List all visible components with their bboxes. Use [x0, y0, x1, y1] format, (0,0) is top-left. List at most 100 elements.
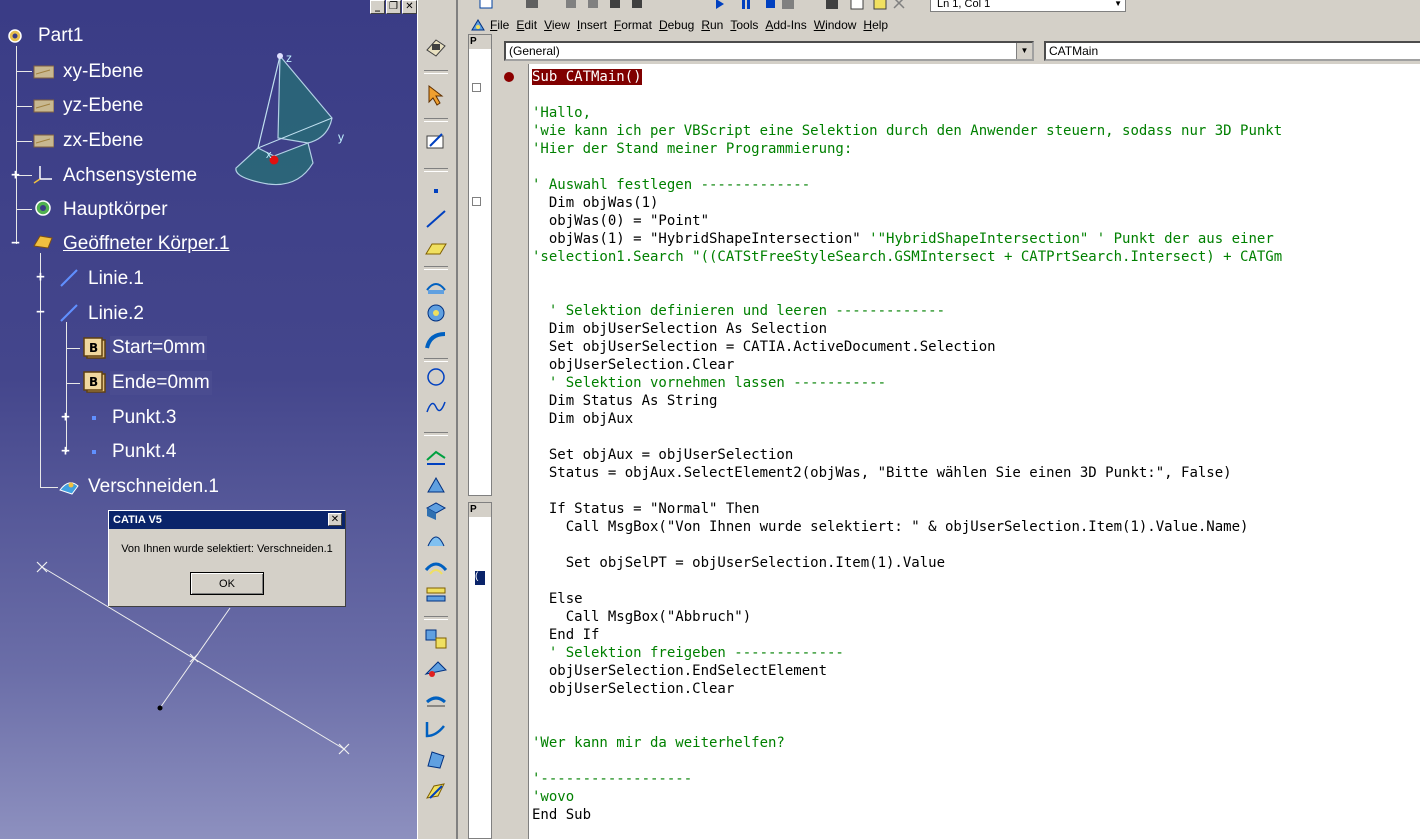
code-line[interactable]: 'wovo — [532, 788, 1420, 806]
tree-item-zx-plane[interactable]: zx-Ebene — [63, 129, 143, 153]
fillet-icon[interactable] — [424, 718, 448, 740]
code-line[interactable]: End If — [532, 626, 1420, 644]
sweep-icon[interactable] — [424, 330, 448, 352]
transform-icon[interactable] — [424, 748, 448, 770]
expand-icon[interactable]: + — [60, 444, 71, 458]
vba-app-icon[interactable] — [470, 17, 486, 33]
tree-item-point4[interactable]: Punkt.4 — [112, 440, 176, 464]
object-combo[interactable]: (General) ▼ — [504, 41, 1034, 61]
point-tool-icon[interactable] — [424, 180, 448, 202]
plane-tool-icon[interactable] — [424, 238, 448, 260]
menu-run[interactable]: Run — [701, 18, 723, 32]
breakpoint-icon[interactable] — [504, 72, 514, 82]
project-explorer-pane[interactable]: P — [468, 34, 492, 496]
code-line[interactable] — [532, 536, 1420, 554]
code-line[interactable]: 'wie kann ich per VBScript eine Selektio… — [532, 122, 1420, 140]
code-line[interactable]: objWas(1) = "HybridShapeIntersection" '"… — [532, 230, 1420, 248]
extrude-icon[interactable] — [424, 276, 448, 298]
split-icon[interactable] — [424, 628, 448, 650]
tree-item-xy-plane[interactable]: xy-Ebene — [63, 60, 143, 84]
join-icon[interactable] — [424, 584, 448, 606]
spline-tool-icon[interactable] — [424, 396, 448, 418]
tree-item-part1[interactable]: Part1 — [38, 24, 83, 48]
code-line[interactable] — [532, 482, 1420, 500]
loft-icon[interactable] — [424, 528, 448, 550]
code-line[interactable]: ' Selektion vornehmen lassen ----------- — [532, 374, 1420, 392]
collapse-icon[interactable]: − — [10, 236, 21, 250]
expand-icon[interactable]: + — [35, 270, 46, 284]
close-button[interactable]: ✕ — [402, 0, 417, 14]
dialog-close-button[interactable]: ✕ — [328, 513, 342, 526]
code-line[interactable]: ' Auswahl festlegen ------------- — [532, 176, 1420, 194]
code-line[interactable] — [532, 752, 1420, 770]
code-line[interactable]: Dim Status As String — [532, 392, 1420, 410]
properties-pane[interactable]: P ( — [468, 502, 492, 839]
tree-item-yz-plane[interactable]: yz-Ebene — [63, 94, 143, 118]
code-line[interactable]: ' Selektion definieren und leeren ------… — [532, 302, 1420, 320]
properties-item[interactable]: ( — [475, 571, 485, 585]
code-line[interactable]: 'Hallo, — [532, 104, 1420, 122]
code-line[interactable]: 'Wer kann mir da weiterhelfen? — [532, 734, 1420, 752]
circle-tool-icon[interactable] — [424, 366, 448, 388]
breakpoint-margin[interactable] — [496, 64, 529, 839]
sketch-icon[interactable] — [424, 130, 448, 152]
code-line[interactable]: objWas(0) = "Point" — [532, 212, 1420, 230]
code-line[interactable] — [532, 716, 1420, 734]
tree-item-start[interactable]: Start=0mm — [110, 336, 208, 360]
collapse-icon[interactable]: − — [35, 305, 46, 319]
code-line[interactable] — [532, 158, 1420, 176]
code-line[interactable]: Dim objAux — [532, 410, 1420, 428]
code-line[interactable] — [532, 572, 1420, 590]
code-line[interactable]: Set objUserSelection = CATIA.ActiveDocum… — [532, 338, 1420, 356]
select-arrow-icon[interactable] — [424, 84, 448, 106]
menu-add-ins[interactable]: Add-Ins — [765, 18, 806, 32]
code-line[interactable]: Call MsgBox("Von Ihnen wurde selektiert:… — [532, 518, 1420, 536]
code-line[interactable] — [532, 266, 1420, 284]
expand-icon[interactable]: + — [10, 168, 21, 182]
collapse-icon[interactable] — [472, 197, 481, 206]
menu-window[interactable]: Window — [814, 18, 857, 32]
expand-icon[interactable]: + — [60, 410, 71, 424]
tree-item-main-body[interactable]: Hauptkörper — [63, 198, 168, 222]
menu-file[interactable]: File — [490, 18, 509, 32]
catia-viewport[interactable]: _ ❐ ✕ + − + − + + B B Part1 xy-Ebene yz-… — [0, 0, 417, 839]
code-line[interactable] — [532, 698, 1420, 716]
code-line[interactable]: 'Hier der Stand meiner Programmierung: — [532, 140, 1420, 158]
pattern-icon[interactable] — [424, 780, 448, 802]
tree-item-axis-systems[interactable]: Achsensysteme — [63, 164, 197, 188]
code-line[interactable]: objUserSelection.Clear — [532, 680, 1420, 698]
code-line[interactable]: Else — [532, 590, 1420, 608]
menu-edit[interactable]: Edit — [516, 18, 537, 32]
code-line[interactable]: If Status = "Normal" Then — [532, 500, 1420, 518]
menu-insert[interactable]: Insert — [577, 18, 607, 32]
code-line[interactable]: objUserSelection.Clear — [532, 356, 1420, 374]
tree-item-end[interactable]: Ende=0mm — [110, 371, 212, 395]
menu-view[interactable]: View — [544, 18, 570, 32]
fill-icon[interactable] — [424, 500, 448, 522]
code-line[interactable]: Set objSelPT = objUserSelection.Item(1).… — [532, 554, 1420, 572]
tree-item-line1[interactable]: Linie.1 — [88, 267, 144, 291]
code-line[interactable]: Dim objUserSelection As Selection — [532, 320, 1420, 338]
offset-icon[interactable] — [424, 474, 448, 496]
ok-button[interactable]: OK — [190, 572, 264, 595]
code-line[interactable]: Set objAux = objUserSelection — [532, 446, 1420, 464]
trim-icon[interactable] — [424, 658, 448, 680]
collapse-icon[interactable] — [472, 83, 481, 92]
procedure-combo[interactable]: CATMain — [1044, 41, 1420, 61]
menu-tools[interactable]: Tools — [730, 18, 758, 32]
code-line[interactable]: '------------------ — [532, 770, 1420, 788]
code-line[interactable]: End Sub — [532, 806, 1420, 824]
code-line[interactable]: Status = objAux.SelectElement2(objWas, "… — [532, 464, 1420, 482]
code-line[interactable]: Sub CATMain() — [532, 68, 1420, 86]
projection-icon[interactable] — [424, 444, 448, 466]
menu-help[interactable]: Help — [863, 18, 888, 32]
code-line[interactable]: Dim objWas(1) — [532, 194, 1420, 212]
code-line[interactable]: objUserSelection.EndSelectElement — [532, 662, 1420, 680]
code-line[interactable]: Call MsgBox("Abbruch") — [532, 608, 1420, 626]
code-line[interactable] — [532, 284, 1420, 302]
menu-debug[interactable]: Debug — [659, 18, 694, 32]
sketcher-icon[interactable] — [424, 36, 448, 58]
restore-button[interactable]: ❐ — [386, 0, 401, 14]
menu-format[interactable]: Format — [614, 18, 652, 32]
tree-item-intersect1[interactable]: Verschneiden.1 — [88, 475, 219, 499]
